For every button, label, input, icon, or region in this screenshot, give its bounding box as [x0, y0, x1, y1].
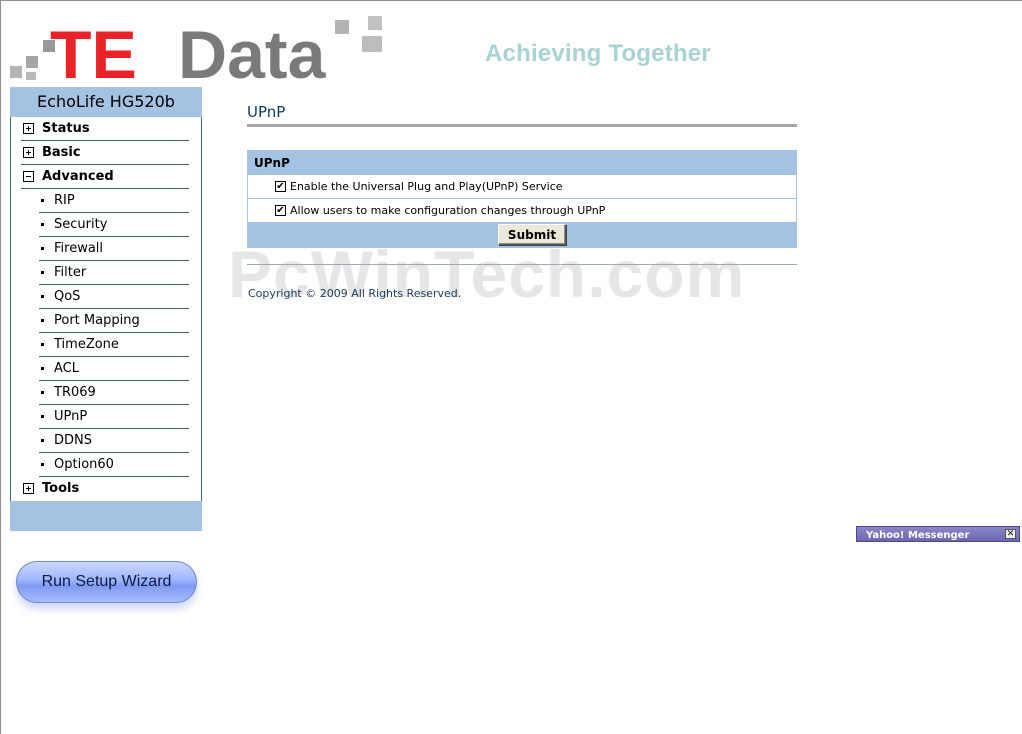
bullet-icon: [41, 319, 44, 322]
bullet-icon: [41, 199, 44, 202]
subitem-ddns[interactable]: DDNS: [39, 429, 189, 453]
subitem-label: TR069: [54, 385, 96, 400]
subitem-label: TimeZone: [54, 337, 119, 352]
option-row-allow-config: ✔ Allow users to make configuration chan…: [248, 199, 796, 223]
subitem-port-mapping[interactable]: Port Mapping: [39, 309, 189, 333]
subitem-acl[interactable]: ACL: [39, 357, 189, 381]
bullet-icon: [41, 271, 44, 274]
sidebar-item-label: Tools: [42, 481, 80, 496]
bullet-icon: [41, 223, 44, 226]
enable-upnp-checkbox[interactable]: ✔: [275, 181, 286, 192]
bullet-icon: [41, 391, 44, 394]
te-data-logo: TE Data: [10, 16, 390, 82]
panel-title: UPnP: [248, 151, 796, 175]
messenger-title: Yahoo! Messenger: [866, 530, 970, 541]
sidebar-item-label: Status: [42, 121, 90, 136]
close-icon[interactable]: ✕: [1005, 529, 1016, 539]
bullet-icon: [41, 463, 44, 466]
collapse-minus-icon: [23, 171, 34, 182]
bullet-icon: [41, 343, 44, 346]
subitem-label: RIP: [54, 193, 75, 208]
subitem-label: QoS: [54, 289, 81, 304]
sidebar: EchoLife HG520b Status Basic Advanced RI…: [10, 87, 202, 531]
device-model: EchoLife HG520b: [10, 87, 202, 117]
subitem-label: Option60: [54, 457, 114, 472]
expand-plus-icon: [23, 483, 34, 494]
subitem-label: ACL: [54, 361, 79, 376]
subitem-security[interactable]: Security: [39, 213, 189, 237]
yahoo-messenger-popup[interactable]: Yahoo! Messenger ✕: [856, 526, 1020, 542]
allow-config-changes-checkbox[interactable]: ✔: [275, 205, 286, 216]
bullet-icon: [41, 295, 44, 298]
sidebar-footer: [10, 501, 202, 531]
subitem-label: Firewall: [54, 241, 104, 256]
expand-plus-icon: [23, 147, 34, 158]
title-divider: [247, 124, 797, 127]
sidebar-item-tools[interactable]: Tools: [21, 477, 189, 501]
bullet-icon: [41, 367, 44, 370]
expand-plus-icon: [23, 123, 34, 134]
logo-te-text: TE: [50, 17, 137, 82]
subitem-firewall[interactable]: Firewall: [39, 237, 189, 261]
subitem-tr069[interactable]: TR069: [39, 381, 189, 405]
watermark: PcWinTech.com: [228, 237, 746, 311]
run-setup-wizard-button[interactable]: Run Setup Wizard: [16, 561, 197, 603]
allow-config-changes-label: Allow users to make configuration change…: [290, 204, 606, 217]
sidebar-item-label: Advanced: [42, 169, 114, 184]
subitem-upnp[interactable]: UPnP: [39, 405, 189, 429]
copyright-text: Copyright © 2009 All Rights Reserved.: [248, 287, 462, 300]
slogan: Achieving Together: [485, 40, 711, 67]
subitem-qos[interactable]: QoS: [39, 285, 189, 309]
nav-menu: Status Basic Advanced RIP Security Firew…: [10, 117, 202, 501]
upnp-settings-panel: UPnP ✔ Enable the Universal Plug and Pla…: [247, 150, 797, 248]
subitem-label: DDNS: [54, 433, 92, 448]
bullet-icon: [41, 439, 44, 442]
subitem-label: Filter: [54, 265, 87, 280]
subitem-rip[interactable]: RIP: [39, 189, 189, 213]
subitem-timezone[interactable]: TimeZone: [39, 333, 189, 357]
sidebar-item-basic[interactable]: Basic: [21, 141, 189, 165]
option-row-enable-upnp: ✔ Enable the Universal Plug and Play(UPn…: [248, 175, 796, 199]
subitem-label: UPnP: [54, 409, 88, 424]
subitem-filter[interactable]: Filter: [39, 261, 189, 285]
enable-upnp-label: Enable the Universal Plug and Play(UPnP)…: [290, 180, 563, 193]
logo-data-text: Data: [178, 17, 327, 82]
subitem-option60[interactable]: Option60: [39, 453, 189, 477]
bullet-icon: [41, 247, 44, 250]
page-title: UPnP: [247, 103, 286, 121]
bullet-icon: [41, 415, 44, 418]
subitem-label: Port Mapping: [54, 313, 140, 328]
footer-divider: [247, 264, 797, 265]
sidebar-item-status[interactable]: Status: [21, 117, 189, 141]
sidebar-item-label: Basic: [42, 145, 81, 160]
sidebar-item-advanced[interactable]: Advanced: [21, 165, 189, 189]
subitem-label: Security: [54, 217, 108, 232]
